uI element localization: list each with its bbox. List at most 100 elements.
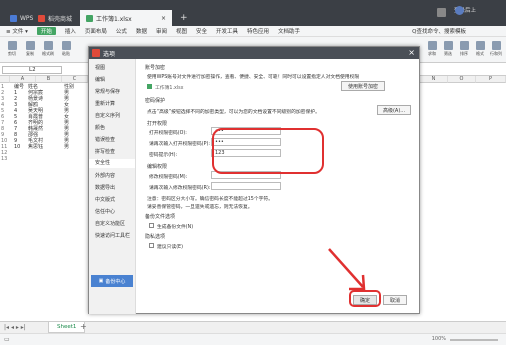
row-col-button[interactable]: 行和列 (488, 41, 504, 57)
menu-page-layout[interactable]: 页面布局 (85, 27, 107, 35)
password-note-1: 注意：密码区分大小写。确信密码长度不能超过15个字符。 (147, 197, 274, 202)
menu-view[interactable]: 视图 (176, 27, 187, 35)
xlsx-file-icon (147, 84, 152, 89)
paste-button[interactable]: 粘贴 (58, 41, 74, 57)
add-sheet-button[interactable]: + (80, 322, 87, 331)
col-header-a[interactable]: A (10, 76, 36, 83)
menu-developer[interactable]: 开发工具 (216, 27, 238, 35)
format-button[interactable]: 格式 (472, 41, 488, 57)
account-encrypt-heading: 账号加密 (145, 65, 166, 71)
command-search[interactable]: Q查找命令、搜索模板 (412, 27, 466, 35)
col-header-o[interactable]: O (448, 76, 476, 83)
new-tab-button[interactable]: + (174, 10, 194, 26)
sum-button[interactable]: 求和 (424, 41, 440, 57)
advanced-button[interactable]: 高级(A)... (377, 105, 411, 115)
nav-data-export[interactable]: 数据导出 (95, 184, 115, 191)
cut-button[interactable]: 剪切 (4, 41, 20, 57)
password-note-2: 请妥善保管密码，一旦遗失或遗忘，则无法恢复。 (147, 205, 253, 210)
cancel-button[interactable]: 取消 (383, 295, 407, 305)
nav-quick-access[interactable]: 快速访问工具栏 (95, 232, 130, 239)
nav-edit[interactable]: 编辑 (95, 76, 105, 83)
dialog-title: 选项 (103, 50, 116, 58)
sheet-icon (86, 14, 93, 22)
sort-icon (459, 41, 469, 50)
nav-trust-center[interactable]: 信任中心 (95, 208, 115, 215)
copy-icon (25, 41, 35, 50)
backup-file-label: 生成备份文件(N) (157, 225, 194, 230)
format-painter-button[interactable]: 格式刷 (40, 41, 56, 57)
filter-icon (443, 41, 453, 50)
open-permission-heading: 打开权限 (147, 121, 168, 127)
nav-general-save[interactable]: 常规与保存 (95, 88, 120, 95)
close-icon[interactable]: × (408, 48, 415, 57)
password-protect-heading: 密码保护 (145, 98, 166, 104)
sort-button[interactable]: 排序 (456, 41, 472, 57)
format-icon (475, 41, 485, 50)
menu-insert[interactable]: 插入 (65, 27, 76, 35)
menu-security[interactable]: 安全 (196, 27, 207, 35)
status-mode-icon: ▭ (4, 336, 10, 343)
col-header-n[interactable]: N (420, 76, 448, 83)
highlight-password-fields (212, 128, 324, 174)
readonly-checkbox[interactable] (149, 243, 154, 248)
nav-spell-check[interactable]: 拼写检查 (95, 148, 115, 155)
password-hint-label: 密码提示(H): (149, 153, 178, 158)
sigma-icon (427, 41, 437, 50)
nav-custom-list[interactable]: 自定义序列 (95, 112, 120, 119)
name-box[interactable]: L2 (2, 66, 62, 74)
edit-password-label: 修改权限密码(M): (149, 175, 188, 180)
clipboard-icon (61, 41, 71, 50)
close-tab-icon[interactable]: × (161, 15, 166, 22)
zoom-slider[interactable] (450, 339, 498, 341)
tab-workbook[interactable]: 工作簿1.xlsx × (80, 10, 172, 26)
sheet-bar: |◂ ◂ ▸ ▸| Sheet1 + (0, 321, 506, 333)
menu-start[interactable]: 开始 (36, 27, 56, 35)
confirm-edit-password-input[interactable] (211, 182, 281, 190)
backup-icon: ▣ (98, 278, 104, 284)
col-header-p[interactable]: P (476, 76, 506, 83)
rows-icon (491, 41, 501, 50)
tab-docer-store[interactable]: 稻壳商城 (32, 10, 78, 26)
menu-bar: ≡ 文件 ▾ 开始 插入 页面布局 公式 数据 审阅 视图 安全 开发工具 特色… (0, 26, 506, 37)
status-bar: ▭ 100% (0, 333, 506, 345)
brush-icon (43, 41, 53, 50)
nav-external[interactable]: 外部内容 (95, 172, 115, 179)
account-encrypt-button[interactable]: 使用账号加密 (341, 81, 385, 91)
menu-review[interactable]: 审阅 (156, 27, 167, 35)
confirm-open-password-label: 请再次输入打开权限密码(P): (149, 142, 211, 147)
corner-select-all[interactable] (0, 76, 10, 83)
file-name: 工作簿1.xlsx (155, 86, 184, 91)
file-menu[interactable]: ≡ 文件 ▾ (6, 27, 28, 35)
nav-security[interactable]: 安全性 (89, 159, 135, 168)
copy-button[interactable]: 复制 (22, 41, 38, 57)
wps-logo-icon (92, 49, 100, 57)
nav-custom-ribbon[interactable]: 自定义功能区 (95, 220, 125, 227)
nav-error-check[interactable]: 错误检查 (95, 136, 115, 143)
menu-formula[interactable]: 公式 (116, 27, 127, 35)
menu-doc-assistant[interactable]: 文档助手 (278, 27, 300, 35)
filter-button[interactable]: 筛选 (440, 41, 456, 57)
zoom-level[interactable]: 100% (432, 336, 446, 342)
open-password-label: 打开权限密码(O): (149, 131, 187, 136)
menu-data[interactable]: 数据 (136, 27, 147, 35)
table-row: 13 (0, 156, 90, 162)
title-bar: WPS 稻壳商城 工作簿1.xlsx × + 登录后上 (0, 0, 506, 26)
backup-options-heading: 备份文件选项 (145, 214, 176, 220)
nav-recalc[interactable]: 重新计算 (95, 100, 115, 107)
dialog-header: 选项 (89, 47, 419, 59)
row-number[interactable]: 13 (1, 156, 7, 162)
nav-view[interactable]: 视图 (95, 64, 105, 71)
sheet-nav-icon[interactable]: |◂ ◂ ▸ ▸| (4, 324, 26, 331)
account-encrypt-desc: 使用WPS账号对文件进行加密操作，查看、便捷、安全、可靠！同时可以设置指定人对文… (147, 75, 360, 80)
col-header-c[interactable]: C (62, 76, 88, 83)
backup-center-button[interactable]: ▣ 备份中心 (91, 275, 133, 287)
avatar[interactable] (455, 6, 464, 15)
wps-icon (10, 14, 17, 22)
nav-chinese-layout[interactable]: 中文版式 (95, 196, 115, 203)
layout-icon[interactable] (437, 8, 446, 17)
backup-file-checkbox[interactable] (149, 223, 154, 228)
password-protect-desc: 点击“高级”按钮选择不同的加密类型，可以为您的文档设置不同级别的加密保护。 (147, 110, 320, 115)
nav-color[interactable]: 颜色 (95, 124, 105, 131)
menu-special[interactable]: 特色应用 (247, 27, 269, 35)
col-header-b[interactable]: B (36, 76, 62, 83)
